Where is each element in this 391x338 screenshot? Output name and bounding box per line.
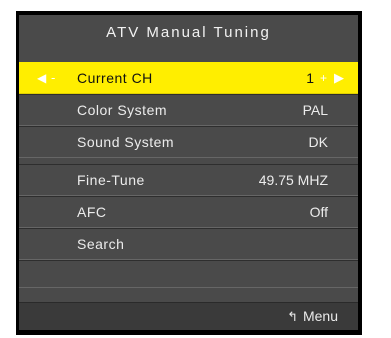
footer-bar: ↰ Menu (19, 302, 358, 330)
afc-value: Off (309, 204, 328, 220)
menu-row-fine-tune[interactable]: Fine-Tune 49.75 MHZ (19, 164, 358, 196)
menu-row-search[interactable]: Search (19, 228, 358, 260)
tv-osd-frame: ATV Manual Tuning ◀ - Current CH 1 + ▶ C… (16, 11, 362, 335)
color-system-value: PAL (302, 102, 328, 118)
current-ch-label: Current CH (77, 70, 153, 86)
fine-tune-label: Fine-Tune (77, 172, 145, 188)
fine-tune-value: 49.75 MHZ (258, 172, 328, 188)
menu-row-empty-1 (19, 260, 358, 288)
increment-indicator: + (319, 71, 327, 85)
search-label: Search (77, 236, 125, 252)
menu-row-afc[interactable]: AFC Off (19, 196, 358, 228)
menu-row-color-system[interactable]: Color System PAL (19, 94, 358, 126)
menu-row-sound-system[interactable]: Sound System DK (19, 126, 358, 158)
panel-title: ATV Manual Tuning (106, 24, 271, 41)
sound-system-label: Sound System (77, 134, 175, 150)
current-ch-value: 1 (306, 70, 314, 86)
return-arrow-icon: ↰ (287, 309, 298, 324)
color-system-label: Color System (77, 102, 168, 118)
menu-hint[interactable]: ↰ Menu (287, 303, 338, 330)
menu-row-current-ch[interactable]: ◀ - Current CH 1 + ▶ (19, 62, 358, 94)
right-arrow-icon[interactable]: ▶ (334, 63, 344, 93)
left-arrow-icon[interactable]: ◀ (37, 63, 46, 93)
afc-label: AFC (77, 204, 107, 220)
atv-manual-tuning-panel: ATV Manual Tuning ◀ - Current CH 1 + ▶ C… (19, 15, 358, 330)
decrement-indicator: - (51, 70, 56, 85)
menu-label: Menu (302, 308, 338, 324)
sound-system-value: DK (308, 134, 328, 150)
